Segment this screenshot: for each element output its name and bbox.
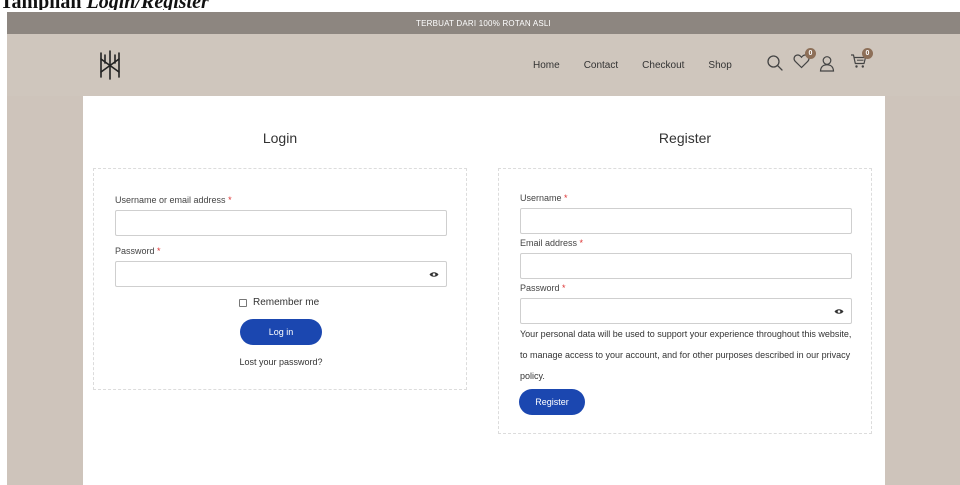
browser-page: TERBUAT DARI 100% ROTAN ASLI Home Contac… bbox=[7, 12, 960, 485]
remember-me-row: Remember me bbox=[239, 297, 319, 308]
cart-button[interactable]: 0 bbox=[850, 47, 873, 74]
login-username-input[interactable] bbox=[115, 210, 447, 236]
login-button[interactable]: Log in bbox=[240, 319, 322, 345]
login-password-label: Password * bbox=[115, 246, 161, 256]
remember-me-checkbox[interactable] bbox=[239, 298, 247, 307]
register-title: Register bbox=[658, 130, 712, 146]
lost-password-link[interactable]: Lost your password? bbox=[94, 357, 468, 367]
register-form: Username * Email address * Password * Yo… bbox=[498, 168, 872, 434]
document-caption: Tampilan Login/Register bbox=[0, 0, 400, 10]
announcement-text: TERBUAT DARI 100% ROTAN ASLI bbox=[416, 18, 551, 28]
site-header: Home Contact Checkout Shop 0 0 bbox=[7, 34, 960, 96]
nav-shop[interactable]: Shop bbox=[708, 60, 731, 71]
account-content: Login Username or email address * Passwo… bbox=[83, 96, 885, 485]
register-email-label: Email address * bbox=[520, 238, 584, 248]
register-email-input[interactable] bbox=[520, 253, 852, 279]
privacy-notice: Your personal data will be used to suppo… bbox=[520, 329, 852, 381]
register-username-input[interactable] bbox=[520, 208, 852, 234]
remember-me-label: Remember me bbox=[253, 297, 320, 308]
nav-home[interactable]: Home bbox=[533, 60, 560, 71]
register-username-label: Username * bbox=[520, 193, 568, 203]
main-nav: Home Contact Checkout Shop bbox=[533, 34, 732, 96]
register-password-input[interactable] bbox=[520, 298, 852, 324]
user-account-icon[interactable] bbox=[819, 55, 835, 72]
wishlist-count-badge: 0 bbox=[805, 47, 816, 59]
search-icon[interactable] bbox=[766, 54, 784, 72]
wishlist-button[interactable]: 0 bbox=[793, 47, 816, 74]
brand-logo-icon[interactable] bbox=[97, 50, 123, 80]
announcement-bar: TERBUAT DARI 100% ROTAN ASLI bbox=[7, 12, 960, 34]
login-password-input[interactable] bbox=[115, 261, 447, 287]
nav-contact[interactable]: Contact bbox=[584, 60, 618, 71]
register-button[interactable]: Register bbox=[519, 389, 585, 415]
show-password-icon[interactable] bbox=[429, 271, 439, 278]
header-actions: 0 0 bbox=[766, 47, 873, 75]
nav-checkout[interactable]: Checkout bbox=[642, 60, 684, 71]
cart-count-badge: 0 bbox=[862, 47, 873, 59]
show-password-icon[interactable] bbox=[834, 308, 844, 315]
register-password-label: Password * bbox=[520, 283, 566, 293]
login-title: Login bbox=[262, 130, 298, 146]
login-form: Username or email address * Password * R… bbox=[93, 168, 467, 390]
login-username-label: Username or email address * bbox=[115, 195, 232, 205]
